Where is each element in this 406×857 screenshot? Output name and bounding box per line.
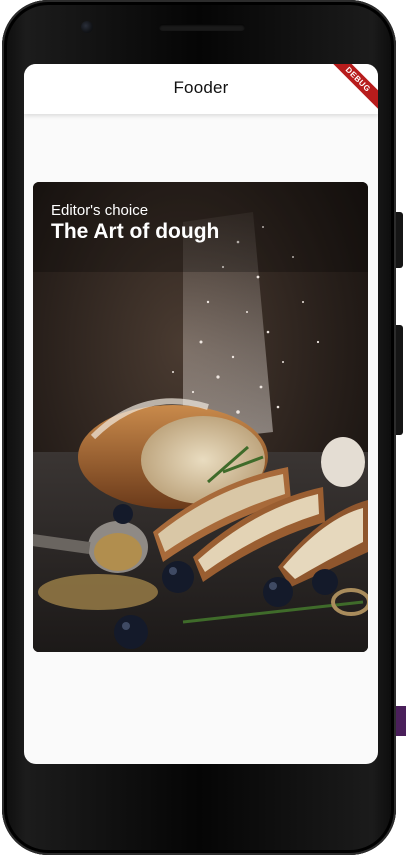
app-title: Fooder — [173, 78, 229, 97]
volume-button[interactable] — [396, 325, 403, 435]
app-screen: Fooder DEBUG Editor's choice The Art of … — [24, 64, 378, 764]
featured-recipe-card[interactable]: Editor's choice The Art of dough — [33, 182, 368, 652]
device-stage: Fooder DEBUG Editor's choice The Art of … — [0, 0, 406, 857]
card-caption: Editor's choice The Art of dough — [51, 202, 350, 244]
speaker-grille — [159, 24, 245, 31]
app-bar: Fooder — [24, 64, 378, 114]
phone-frame: Fooder DEBUG Editor's choice The Art of … — [2, 0, 396, 855]
background-window-strip — [396, 706, 406, 736]
card-subtitle: Editor's choice — [51, 202, 149, 219]
power-button[interactable] — [396, 212, 403, 268]
camera-icon — [81, 21, 93, 33]
bread-photo — [33, 182, 368, 652]
card-title: The Art of dough — [51, 220, 220, 243]
